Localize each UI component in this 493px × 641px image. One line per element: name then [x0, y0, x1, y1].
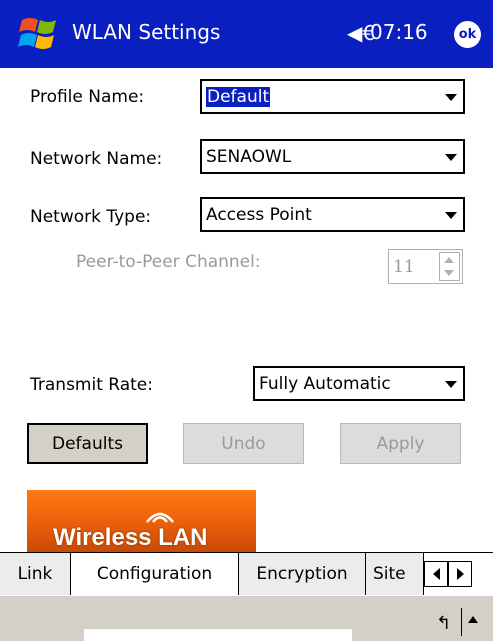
- window-title: WLAN Settings: [72, 20, 221, 44]
- ok-button[interactable]: ok: [454, 21, 481, 48]
- profile-name-dropdown[interactable]: Default: [200, 79, 465, 114]
- peer-channel-spinner[interactable]: 11: [388, 249, 463, 284]
- tab-scroll-right-button[interactable]: [448, 561, 472, 587]
- peer-channel-label: Peer-to-Peer Channel:: [76, 252, 261, 272]
- chevron-down-icon[interactable]: [445, 212, 457, 219]
- tab-site[interactable]: Site: [366, 553, 424, 595]
- divider: [461, 608, 462, 636]
- chevron-down-icon[interactable]: [445, 154, 457, 161]
- chevron-down-icon[interactable]: [445, 381, 457, 388]
- peer-channel-value: 11: [393, 257, 415, 277]
- tab-scroll-left-button[interactable]: [424, 561, 448, 587]
- tab-strip: Link Configuration Encryption Site: [0, 552, 493, 595]
- network-type-label: Network Type:: [30, 207, 152, 227]
- network-type-value: Access Point: [206, 205, 312, 225]
- network-name-label: Network Name:: [30, 149, 163, 169]
- keyboard-return-icon[interactable]: ↰: [436, 613, 451, 634]
- chevron-left-icon: [432, 568, 440, 580]
- wireless-lan-banner: Wireless LAN: [27, 490, 256, 552]
- wifi-signal-icon: [146, 512, 174, 523]
- transmit-rate-label: Transmit Rate:: [30, 375, 153, 395]
- profile-name-selected-text: Default: [206, 87, 271, 107]
- tab-configuration[interactable]: Configuration: [71, 553, 239, 595]
- network-name-dropdown[interactable]: SENAOWL: [200, 139, 465, 174]
- spin-up-icon[interactable]: [444, 257, 454, 263]
- chevron-right-icon: [456, 568, 464, 580]
- title-bar: WLAN Settings ◀€ 07:16 ok: [0, 0, 493, 68]
- network-type-dropdown[interactable]: Access Point: [200, 197, 465, 232]
- spin-down-icon[interactable]: [444, 270, 454, 276]
- chevron-down-icon[interactable]: [445, 94, 457, 101]
- transmit-rate-value: Fully Automatic: [259, 374, 391, 394]
- clock[interactable]: 07:16: [370, 20, 428, 44]
- sip-arrow-up-icon[interactable]: [468, 616, 478, 623]
- tab-encryption[interactable]: Encryption: [239, 553, 366, 595]
- banner-text: Wireless LAN: [53, 524, 208, 551]
- input-panel-area: [84, 629, 352, 641]
- undo-button[interactable]: Undo: [183, 423, 304, 464]
- network-name-value: SENAOWL: [206, 147, 292, 167]
- transmit-rate-dropdown[interactable]: Fully Automatic: [253, 366, 465, 401]
- windows-flag-icon[interactable]: [18, 14, 62, 54]
- profile-name-value: Default: [206, 87, 271, 107]
- defaults-button[interactable]: Defaults: [27, 423, 148, 464]
- profile-name-label: Profile Name:: [30, 87, 145, 107]
- tab-link[interactable]: Link: [0, 553, 71, 595]
- apply-button[interactable]: Apply: [340, 423, 461, 464]
- spinner-arrows[interactable]: [439, 252, 460, 281]
